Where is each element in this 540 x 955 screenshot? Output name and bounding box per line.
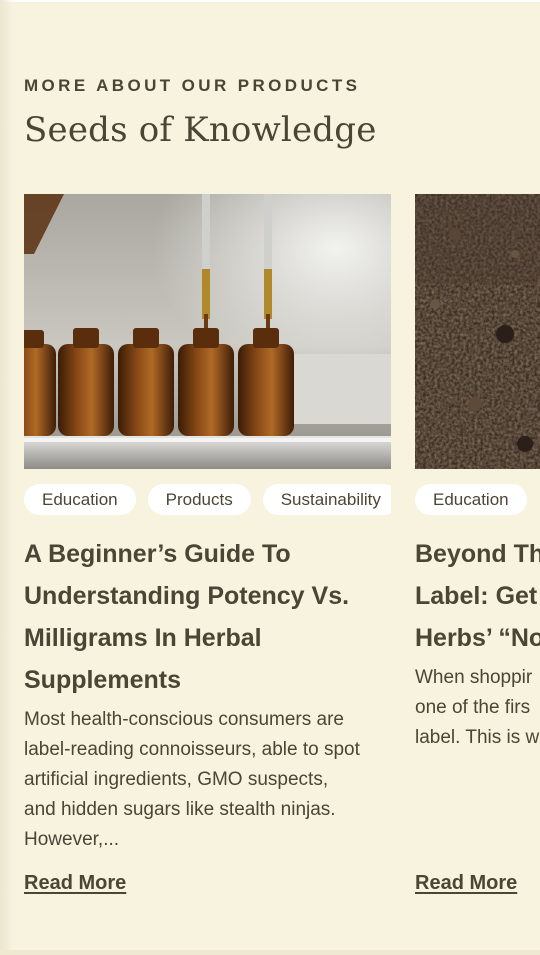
tag-sustainability[interactable]: Sustainability	[262, 484, 391, 515]
article-title-line: Understanding Potency Vs.	[24, 582, 350, 610]
article-excerpt-line: Most health-conscious consumers are	[24, 709, 344, 730]
article-carousel[interactable]: Education Products Sustainability A Beginn…	[0, 194, 540, 914]
article-card[interactable]: Education Beyond Th Label: Get Herbs’ “N…	[415, 194, 540, 894]
article-title[interactable]: Beyond Th Label: Get Herbs’ “No	[415, 533, 540, 659]
dropper-bottles-photo	[24, 194, 391, 469]
article-excerpt: Most health-conscious consumers are labe…	[24, 705, 391, 855]
article-excerpt: When shoppir one of the firs label. This…	[415, 663, 540, 753]
article-title-line: A Beginner’s Guide To	[24, 540, 291, 568]
section-eyebrow: MORE ABOUT OUR PRODUCTS	[24, 76, 361, 95]
article-excerpt-line: However,...	[24, 829, 120, 850]
tag-education[interactable]: Education	[24, 484, 136, 515]
article-title-line: Label: Get	[415, 582, 538, 610]
article-title-line: Beyond Th	[415, 540, 540, 568]
article-image-dropper-bottles[interactable]	[24, 194, 391, 469]
article-excerpt-line: artificial ingredients, GMO suspects,	[24, 769, 329, 790]
read-more-link[interactable]: Read More	[415, 872, 517, 895]
read-more-link[interactable]: Read More	[24, 872, 126, 895]
article-excerpt-line: label. This is w	[415, 727, 540, 748]
article-title[interactable]: A Beginner’s Guide To Understanding Pote…	[24, 533, 391, 701]
soil-photo	[415, 194, 540, 469]
section-bottom-edge	[0, 950, 540, 955]
article-card[interactable]: Education Products Sustainability A Beginn…	[24, 194, 391, 894]
tag-list: Education Products Sustainability	[24, 484, 391, 515]
article-title-line: Milligrams In Herbal	[24, 624, 262, 652]
article-excerpt-line: When shoppir	[415, 667, 533, 688]
article-title-line: Supplements	[24, 666, 181, 694]
tag-products[interactable]: Products	[147, 484, 251, 515]
tag-list: Education	[415, 484, 540, 515]
tag-education[interactable]: Education	[415, 484, 527, 515]
section-heading: Seeds of Knowledge	[24, 110, 377, 150]
article-excerpt-line: one of the firs	[415, 697, 531, 718]
article-excerpt-line: and hidden sugars like stealth ninjas.	[24, 799, 336, 820]
article-excerpt-line: label-reading connoisseurs, able to spot	[24, 739, 360, 760]
top-border	[0, 0, 540, 2]
article-image-soil[interactable]	[415, 194, 540, 469]
article-title-line: Herbs’ “No	[415, 624, 540, 652]
